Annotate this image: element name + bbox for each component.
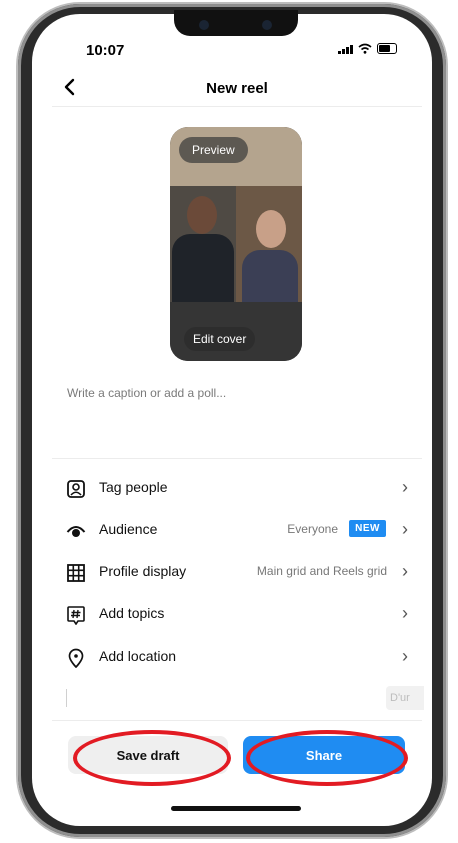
add-location-row[interactable]: Add location › [52,642,422,672]
video-right-person [236,186,302,302]
add-topics-label: Add topics [99,605,165,621]
footer-divider [52,720,422,721]
edit-cover-button[interactable]: Edit cover [184,327,256,351]
audience-value: Everyone [287,522,338,536]
reel-preview[interactable]: Preview Edit cover [170,127,302,361]
wifi-icon [358,43,372,54]
add-location-label: Add location [99,648,177,664]
sensor-dot [262,20,272,30]
battery-icon [377,43,397,54]
eye-icon [66,526,86,537]
new-badge: NEW [349,520,386,537]
hashtag-icon [67,606,85,625]
section-divider [52,458,422,459]
status-icons [338,43,397,54]
save-draft-button[interactable]: Save draft [68,736,228,774]
share-button[interactable]: Share [243,736,405,774]
grid-icon [67,564,85,582]
profile-display-row[interactable]: Profile display Main grid and Reels grid… [52,557,422,587]
camera-lens [199,20,209,30]
profile-display-label: Profile display [99,563,187,579]
profile-display-value: Main grid and Reels grid [256,564,387,578]
tag-people-label: Tag people [99,479,168,495]
chevron-right-icon: › [402,561,408,581]
chevron-right-icon: › [402,519,408,539]
caption-input[interactable]: Write a caption or add a poll... [67,386,226,400]
audience-row[interactable]: Audience Everyone NEW › [52,515,422,545]
add-topics-row[interactable]: Add topics › [52,599,422,629]
home-indicator [171,806,301,811]
tag-person-icon [67,480,85,498]
status-time: 10:07 [86,42,125,59]
location-suggestion-edge [66,689,67,707]
preview-button[interactable]: Preview [179,137,248,163]
chevron-right-icon: › [402,646,408,666]
chevron-right-icon: › [402,477,408,497]
video-left-person [170,186,236,302]
chevron-right-icon: › [402,603,408,623]
audience-label: Audience [99,521,158,537]
camera-notch [174,10,298,36]
tag-people-row[interactable]: Tag people › [52,473,422,503]
signal-icon [338,44,353,54]
location-suggestion-chip[interactable]: D'ur [386,686,424,710]
location-pin-icon [68,648,84,668]
header: New reel [52,72,422,107]
page-title: New reel [206,80,268,97]
